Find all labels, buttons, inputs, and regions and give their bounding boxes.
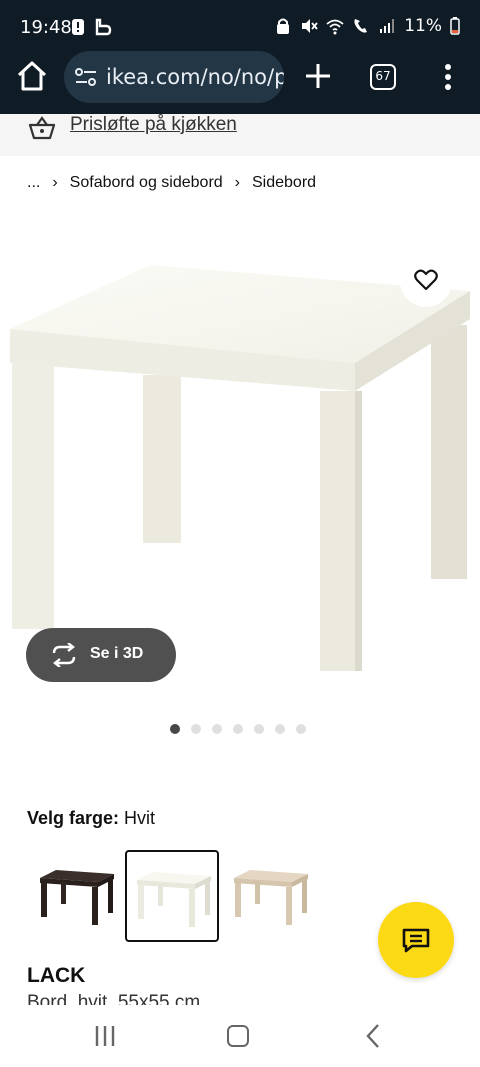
table-thumbnail bbox=[137, 872, 211, 927]
view-3d-button[interactable]: Se i 3D bbox=[26, 628, 176, 682]
chevron-right-icon: › bbox=[52, 174, 58, 191]
promo-link[interactable]: Prisløfte på kjøkken bbox=[70, 114, 237, 136]
product-description: Bord, hvit, 55x55 cm bbox=[27, 992, 201, 1006]
carousel-dot[interactable] bbox=[254, 724, 264, 734]
new-tab-icon[interactable] bbox=[300, 58, 336, 94]
product-name: LACK bbox=[27, 964, 86, 987]
call-icon bbox=[354, 19, 368, 33]
carousel-dot[interactable] bbox=[170, 724, 180, 734]
browser-toolbar: ikea.com/no/no/p 67 bbox=[0, 44, 480, 114]
selected-color-value: Hvit bbox=[124, 808, 156, 828]
more-options-icon[interactable] bbox=[436, 60, 460, 94]
signal-icon bbox=[380, 19, 395, 33]
chat-icon bbox=[402, 928, 430, 953]
mute-icon bbox=[302, 19, 318, 33]
color-swatch-black-brown[interactable] bbox=[30, 850, 124, 942]
home-nav-icon[interactable] bbox=[227, 1025, 249, 1047]
address-bar[interactable]: ikea.com/no/no/p bbox=[64, 51, 284, 103]
carousel-dot[interactable] bbox=[233, 724, 243, 734]
breadcrumb-item-sidebord[interactable]: Sidebord bbox=[252, 174, 316, 192]
color-label-prefix: Velg farge: bbox=[27, 808, 120, 828]
heart-icon bbox=[414, 269, 438, 291]
site-settings-icon[interactable] bbox=[74, 66, 98, 88]
color-selector-label: Velg farge: Hvit bbox=[27, 808, 155, 829]
wifi-icon bbox=[326, 19, 344, 35]
url-text: ikea.com/no/no/p bbox=[106, 65, 284, 89]
battery-percent: 11% bbox=[404, 16, 442, 36]
chat-button[interactable] bbox=[378, 902, 454, 978]
image-carousel-dots bbox=[170, 724, 306, 734]
lock-icon bbox=[277, 18, 290, 34]
promo-banner: Prisløfte på kjøkken bbox=[0, 114, 480, 156]
table-thumbnail bbox=[234, 870, 308, 925]
carousel-dot[interactable] bbox=[275, 724, 285, 734]
table-thumbnail bbox=[40, 870, 114, 925]
tab-switcher-button[interactable]: 67 bbox=[370, 64, 396, 90]
status-system-icons: 11% bbox=[274, 16, 460, 36]
alert-icon bbox=[72, 19, 84, 35]
battery-icon bbox=[450, 17, 460, 35]
chevron-right-icon: › bbox=[234, 174, 240, 191]
carousel-dot[interactable] bbox=[212, 724, 222, 734]
breadcrumb-ellipsis[interactable]: ... bbox=[27, 174, 40, 192]
wishlist-button[interactable] bbox=[400, 255, 452, 307]
status-notification-icons bbox=[70, 18, 112, 36]
back-icon[interactable] bbox=[364, 1023, 382, 1049]
recent-apps-icon[interactable] bbox=[94, 1025, 116, 1047]
breadcrumb: ... › Sofabord og sidebord › Sidebord bbox=[27, 174, 316, 192]
home-icon[interactable] bbox=[14, 58, 50, 94]
breadcrumb-item-sofabord[interactable]: Sofabord og sidebord bbox=[70, 174, 223, 192]
carousel-dot[interactable] bbox=[296, 724, 306, 734]
system-navigation-bar bbox=[0, 1005, 480, 1067]
b-app-icon bbox=[95, 18, 112, 36]
color-swatch-white[interactable] bbox=[125, 850, 219, 942]
color-swatch-white-stained-oak[interactable] bbox=[224, 850, 318, 942]
basket-icon bbox=[28, 116, 56, 140]
carousel-dot[interactable] bbox=[191, 724, 201, 734]
status-time: 19:48 bbox=[20, 17, 72, 38]
view-3d-label: Se i 3D bbox=[90, 645, 144, 662]
rotate-3d-icon bbox=[52, 643, 76, 667]
